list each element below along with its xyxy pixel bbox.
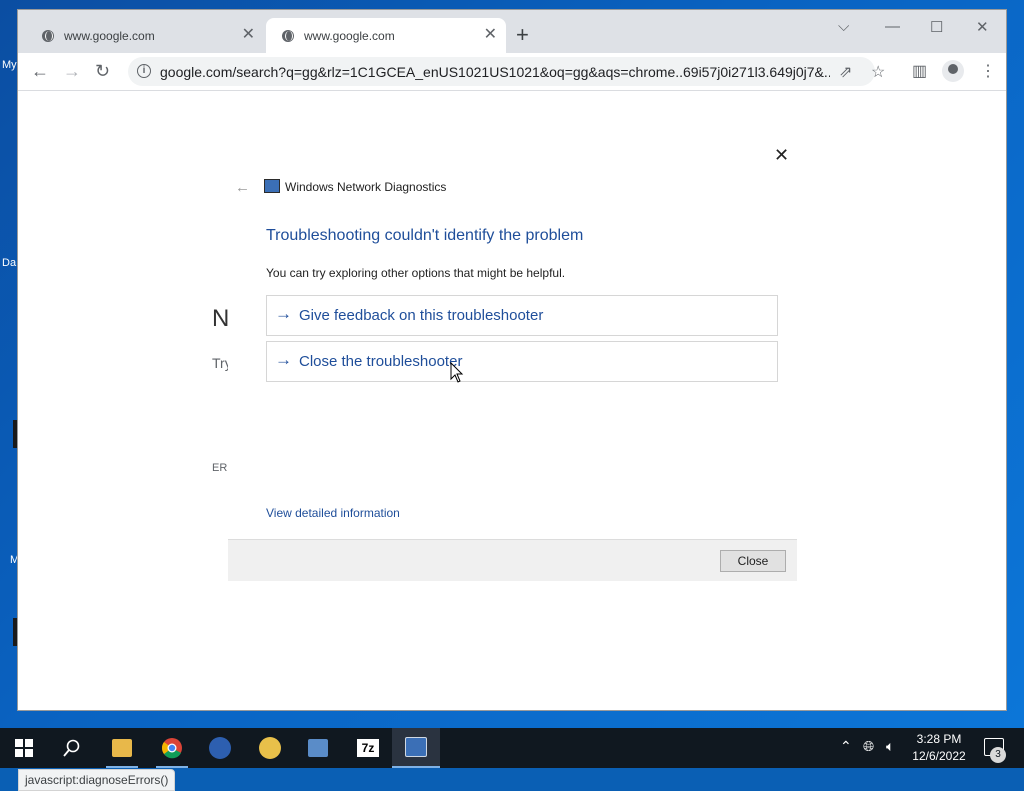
- view-detailed-information-link[interactable]: View detailed information: [266, 506, 400, 520]
- taskbar: 7z ⌃ 🌐︎ 🔈︎ 3:28 PM 12/6/2022: [0, 728, 1024, 768]
- volume-icon[interactable]: 🔈︎: [886, 738, 894, 755]
- tab-google-1[interactable]: www.google.com ✕: [26, 18, 264, 53]
- notification-count-badge: 3: [990, 747, 1006, 763]
- address-text[interactable]: google.com/search?q=gg&rlz=1C1GCEA_enUS1…: [160, 64, 830, 80]
- error-title-fragment: N: [212, 305, 230, 332]
- tab-strip: www.google.com ✕ www.google.com ✕ + ⌵ — …: [18, 10, 1006, 53]
- close-window-icon[interactable]: ✕: [976, 18, 989, 36]
- tab-google-2[interactable]: www.google.com ✕: [266, 18, 506, 53]
- mouse-cursor-icon: [450, 362, 464, 383]
- back-icon[interactable]: ←: [31, 61, 49, 81]
- back-arrow-icon[interactable]: ←: [235, 179, 250, 196]
- app-blue-icon: [209, 737, 231, 759]
- option-label: Close the troubleshooter: [299, 353, 463, 370]
- minimize-icon[interactable]: —: [885, 18, 900, 35]
- search-button[interactable]: [48, 728, 96, 768]
- browser-toolbar: ← → ↻ i google.com/search?q=gg&rlz=1C1GC…: [18, 53, 1006, 91]
- profile-avatar[interactable]: [942, 60, 964, 82]
- give-feedback-option[interactable]: → Give feedback on this troubleshooter: [266, 295, 778, 336]
- arrow-right-icon: →: [275, 304, 292, 323]
- dialog-footer: Close: [228, 539, 797, 581]
- menu-kebab-icon[interactable]: ⋮: [980, 61, 996, 81]
- globe-icon: [42, 29, 54, 42]
- dialog-heading: Troubleshooting couldn't identify the pr…: [266, 227, 584, 244]
- file-explorer-app[interactable]: [98, 728, 146, 768]
- dialog-app-title: Windows Network Diagnostics: [285, 180, 447, 194]
- close-troubleshooter-option[interactable]: → Close the troubleshooter: [266, 341, 778, 382]
- side-panel-icon[interactable]: ▥: [912, 61, 927, 81]
- status-bar: javascript:diagnoseErrors(): [18, 769, 176, 791]
- tab-title: www.google.com: [304, 28, 395, 43]
- maximize-icon[interactable]: ☐: [930, 18, 943, 36]
- desktop-fragment: My: [2, 59, 17, 71]
- search-icon: [63, 739, 80, 757]
- network-diagnostics-icon: [405, 737, 427, 757]
- close-tab-icon[interactable]: ✕: [242, 26, 255, 44]
- app-blue[interactable]: [196, 728, 244, 768]
- reload-icon[interactable]: ↻: [95, 61, 110, 81]
- magnifier-folder-icon: [259, 737, 281, 759]
- magnifier-icon: [308, 739, 328, 757]
- globe-icon: [282, 29, 294, 42]
- chrome-icon: [162, 738, 182, 759]
- desktop-fragment: Da: [2, 257, 17, 269]
- share-icon[interactable]: ⇗: [839, 62, 852, 82]
- address-bar[interactable]: i google.com/search?q=gg&rlz=1C1GCEA_enU…: [128, 57, 885, 86]
- chrome-app[interactable]: [148, 728, 196, 768]
- forward-icon[interactable]: →: [63, 61, 81, 81]
- app-magnifier-folder[interactable]: [246, 728, 294, 768]
- site-info-icon[interactable]: i: [137, 64, 151, 78]
- close-tab-icon[interactable]: ✕: [484, 26, 497, 44]
- 7zip-icon: 7z: [357, 739, 379, 757]
- tab-title: www.google.com: [64, 28, 155, 43]
- network-diagnostics-app[interactable]: [392, 728, 440, 768]
- app-magnifier[interactable]: [294, 728, 342, 768]
- show-hidden-icons-icon[interactable]: ⌃: [840, 738, 852, 755]
- tab-search-icon[interactable]: ⌵: [838, 18, 849, 35]
- clock[interactable]: 3:28 PM 12/6/2022: [908, 731, 970, 765]
- 7zip-app[interactable]: 7z: [344, 728, 392, 768]
- bookmark-star-icon[interactable]: ☆: [871, 62, 885, 82]
- network-diagnostics-dialog: ✕ ← Windows Network Diagnostics Troubles…: [228, 141, 797, 581]
- network-diagnostics-icon: [264, 179, 280, 193]
- arrow-right-icon: →: [275, 350, 292, 369]
- status-url: javascript:diagnoseErrors(): [25, 773, 169, 787]
- close-icon[interactable]: ✕: [774, 146, 789, 164]
- new-tab-icon[interactable]: +: [516, 24, 529, 46]
- clock-date: 12/6/2022: [912, 749, 966, 763]
- start-button[interactable]: [0, 728, 48, 768]
- dialog-subtext: You can try exploring other options that…: [266, 266, 566, 280]
- folder-icon: [112, 739, 132, 757]
- close-button[interactable]: Close: [720, 550, 786, 572]
- network-globe-icon[interactable]: 🌐︎: [863, 738, 874, 755]
- option-label: Give feedback on this troubleshooter: [299, 307, 544, 324]
- windows-logo-icon: [15, 739, 33, 757]
- clock-time: 3:28 PM: [916, 732, 962, 746]
